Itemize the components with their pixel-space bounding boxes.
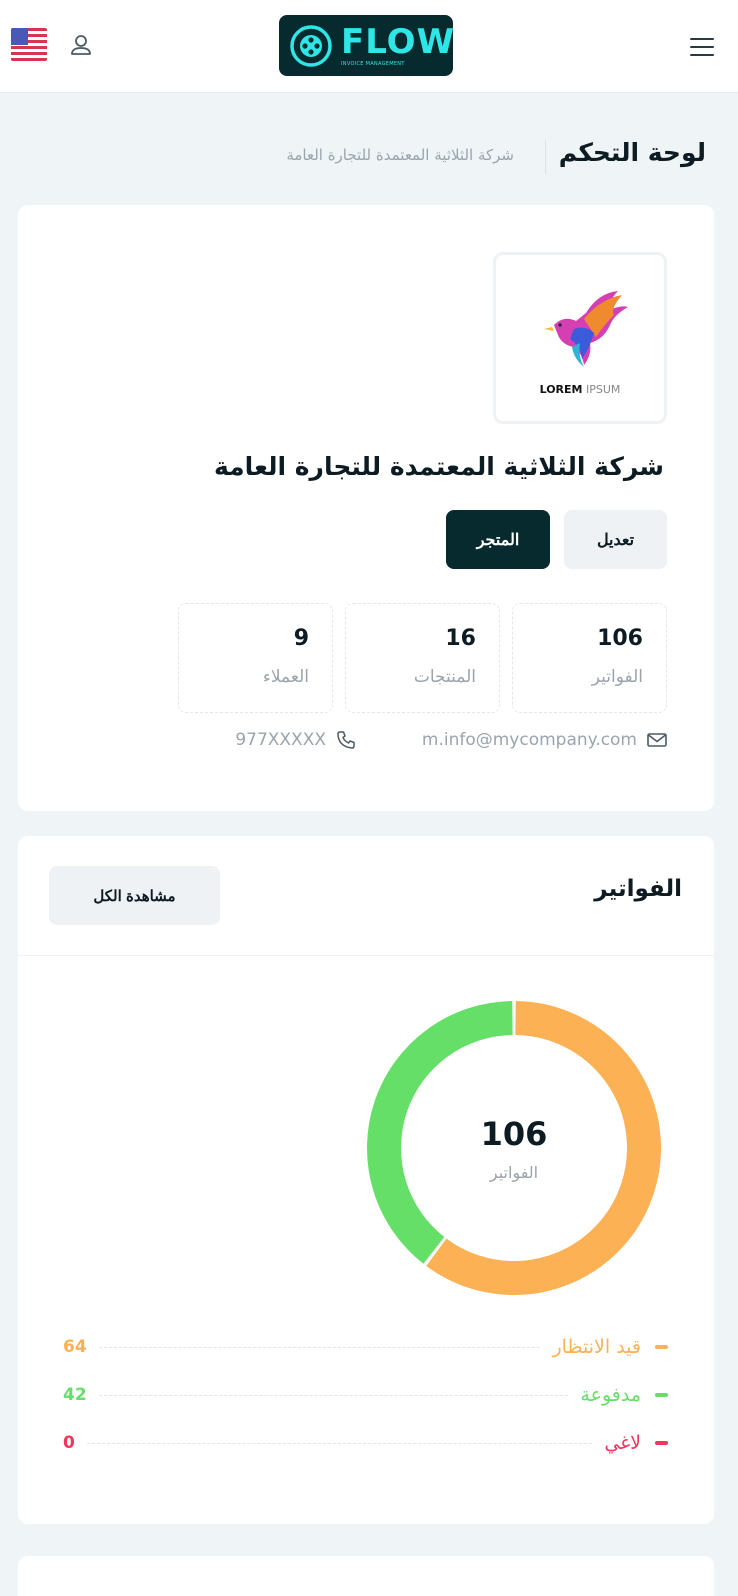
logo-word-light: IPSUM (586, 383, 621, 396)
legend-value: 64 (63, 1337, 87, 1357)
page-title: لوحة التحكم (558, 138, 706, 167)
us-flag-icon[interactable] (11, 28, 47, 61)
legend-value: 0 (63, 1433, 75, 1453)
logo-word-bold: LOREM (539, 383, 583, 396)
donut-total-label: الفواتير (489, 1162, 539, 1182)
stat-value: 9 (293, 626, 309, 651)
logo-wordmark: FLOW (341, 21, 456, 62)
company-logo: LOREM IPSUM (493, 252, 667, 424)
store-button[interactable]: المتجر (446, 510, 550, 569)
stat-label: الفواتير (591, 667, 643, 687)
logo-subtitle: INVOICE MANAGEMENT (341, 60, 405, 67)
stat-value: 106 (597, 626, 643, 651)
stat-label: المنتجات (413, 667, 476, 687)
email-text: m.info@mycompany.com (421, 730, 637, 750)
invoices-card: الفواتير مشاهدة الكل 106 الفواتير قيد ال… (18, 836, 714, 1524)
legend-marker (655, 1345, 668, 1349)
legend-marker (655, 1393, 668, 1397)
legend-pending: قيد الانتظار 64 (63, 1334, 668, 1360)
user-icon[interactable] (66, 30, 96, 60)
donut-total: 106 (480, 1114, 548, 1153)
legend-label: قيد الانتظار (552, 1336, 641, 1358)
flow-logo-mark-icon (290, 24, 332, 67)
bird-logo-icon (544, 291, 628, 367)
legend-leader (98, 1394, 569, 1396)
contact-email[interactable]: m.info@mycompany.com (422, 729, 667, 751)
top-navbar: FLOW INVOICE MANAGEMENT (0, 0, 738, 93)
legend-label: لاغي (604, 1432, 641, 1454)
legend-value: 42 (63, 1385, 87, 1405)
envelope-icon (647, 733, 667, 747)
phone-text: 977XXXXX (235, 730, 326, 750)
stat-invoices: 106 الفواتير (512, 603, 667, 713)
flow-logo[interactable]: FLOW INVOICE MANAGEMENT (279, 15, 456, 76)
breadcrumb: شركة الثلاثية المعتمدة للتجارة العامة (286, 146, 514, 164)
hamburger-menu-icon[interactable] (686, 32, 718, 62)
view-all-button[interactable]: مشاهدة الكل (49, 866, 220, 925)
company-name: شركة الثلاثية المعتمدة للتجارة العامة (214, 452, 664, 481)
next-card (18, 1556, 714, 1596)
legend-cancelled: لاغي 0 (63, 1430, 668, 1456)
phone-icon (337, 731, 355, 749)
divider (18, 955, 714, 956)
stat-label: العملاء (262, 667, 309, 687)
title-separator (545, 140, 546, 174)
legend-leader (98, 1346, 541, 1348)
invoices-title: الفواتير (594, 876, 682, 902)
contact-phone[interactable]: 977XXXXX (235, 729, 356, 751)
stat-customers: 9 العملاء (178, 603, 333, 713)
legend-paid: مدفوعة 42 (63, 1382, 668, 1408)
edit-button[interactable]: تعديل (564, 510, 667, 569)
stat-value: 16 (445, 626, 476, 651)
legend-label: مدفوعة (580, 1384, 641, 1406)
legend-leader (86, 1442, 593, 1444)
donut-center: 106 الفواتير (364, 998, 664, 1298)
company-profile-card: LOREM IPSUM شركة الثلاثية المعتمدة للتجا… (18, 205, 714, 811)
stat-products: 16 المنتجات (345, 603, 500, 713)
legend-marker (655, 1441, 668, 1445)
